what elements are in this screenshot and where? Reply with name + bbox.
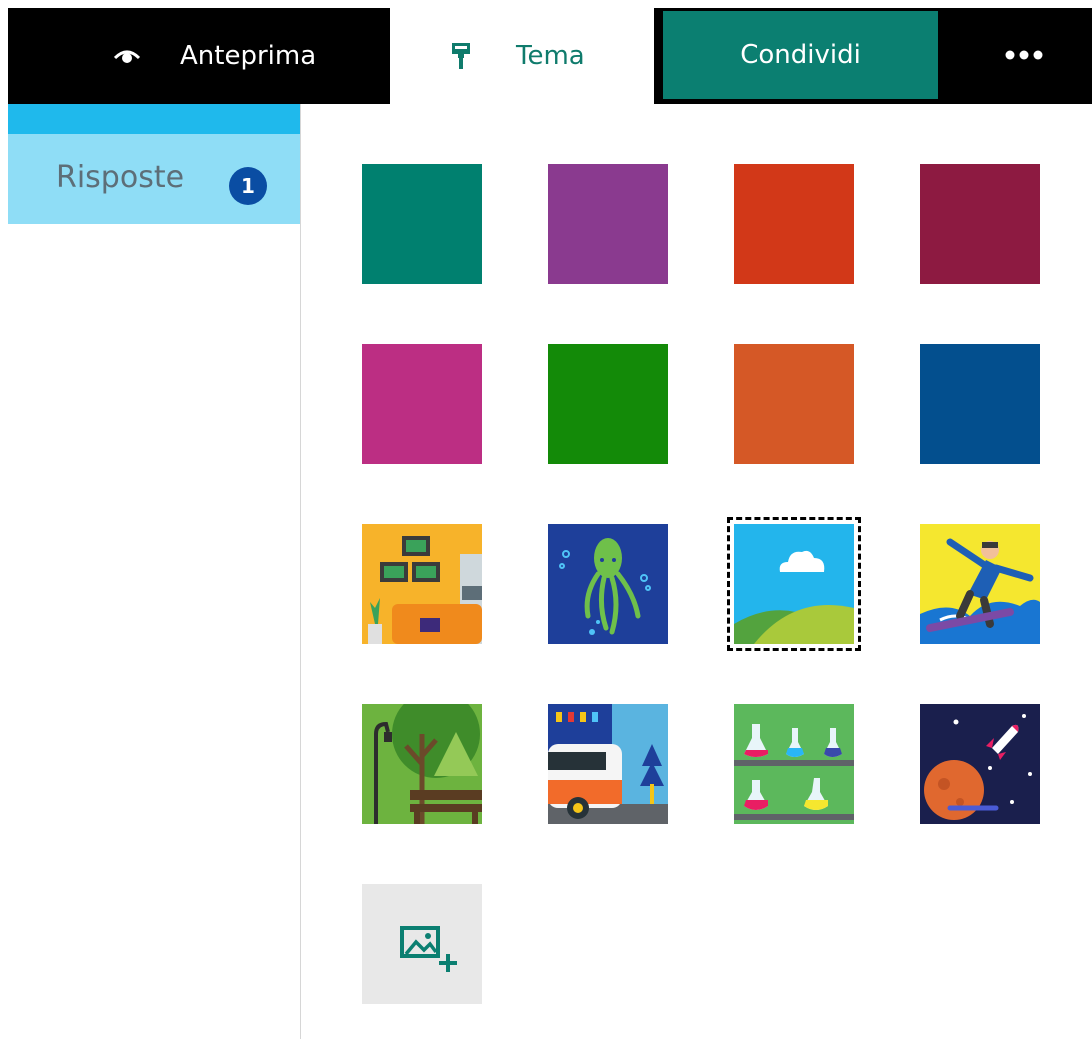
- theme-image-city-van[interactable]: [548, 704, 668, 824]
- preview-label: Anteprima: [180, 41, 317, 71]
- responses-count-badge: 1: [229, 167, 267, 205]
- theme-color-red[interactable]: [734, 164, 854, 284]
- theme-label: Tema: [516, 41, 585, 71]
- theme-image-snowboarder[interactable]: [920, 524, 1040, 644]
- add-image-icon: [400, 926, 457, 972]
- octopus-image: [548, 524, 668, 644]
- ellipsis-icon: [1005, 50, 1043, 60]
- theme-color-purple[interactable]: [548, 164, 668, 284]
- sidebar-header-strip: [8, 104, 300, 134]
- eye-icon: [114, 50, 140, 63]
- more-options-button[interactable]: [988, 34, 1068, 78]
- theme-image-space[interactable]: [920, 704, 1040, 824]
- theme-image-sky-hills[interactable]: [727, 517, 861, 651]
- theme-image-park[interactable]: [362, 704, 482, 824]
- science-lab-image: [734, 704, 854, 824]
- city-van-image: [548, 704, 668, 824]
- theme-color-teal[interactable]: [362, 164, 482, 284]
- theme-color-green[interactable]: [548, 344, 668, 464]
- paint-roller-icon: [452, 43, 470, 69]
- theme-color-maroon[interactable]: [920, 164, 1040, 284]
- theme-image-octopus[interactable]: [548, 524, 668, 644]
- panel-divider: [300, 104, 301, 1039]
- sidebar-item-responses[interactable]: Risposte 1: [8, 134, 300, 224]
- preview-button[interactable]: Anteprima: [8, 8, 390, 104]
- living-room-image: [362, 524, 482, 644]
- space-image: [920, 704, 1040, 824]
- upload-image-tile[interactable]: [362, 884, 482, 1004]
- top-toolbar: Anteprima Tema Condividi: [8, 8, 1092, 104]
- theme-color-orange[interactable]: [734, 344, 854, 464]
- responses-label: Risposte: [56, 160, 185, 195]
- theme-button[interactable]: Tema: [390, 8, 654, 104]
- theme-image-living-room[interactable]: [362, 524, 482, 644]
- theme-image-science-lab[interactable]: [734, 704, 854, 824]
- share-label: Condividi: [740, 40, 861, 70]
- theme-color-magenta[interactable]: [362, 344, 482, 464]
- share-button[interactable]: Condividi: [663, 11, 938, 99]
- sky-hills-image: [734, 524, 854, 644]
- snowboarder-image: [920, 524, 1040, 644]
- theme-color-blue[interactable]: [920, 344, 1040, 464]
- park-image: [362, 704, 482, 824]
